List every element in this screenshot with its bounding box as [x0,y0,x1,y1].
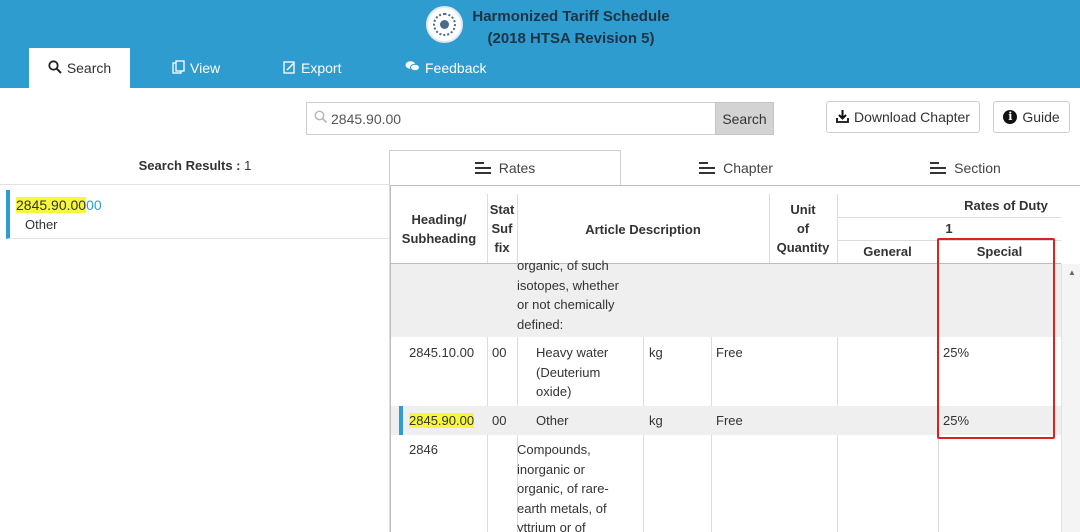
row2-unit: kg [649,413,663,428]
nav-tab-feedback[interactable]: Feedback [405,48,486,88]
export-icon [283,60,296,77]
tab-rates[interactable]: Rates [389,150,621,185]
header-heading-line2: Subheading [401,231,477,246]
view-icon [172,59,185,77]
header-rates-of-duty: Rates of Duty [964,198,1048,213]
row0-description: organic, of such isotopes, whether or no… [517,256,619,334]
row1-desc-line1: Heavy water [536,345,609,360]
app-title: Harmonized Tariff Schedule (2018 HTSA Re… [466,6,676,50]
nav-tab-feedback-label: Feedback [425,60,487,76]
nav-tab-export[interactable]: Export [283,48,341,88]
special-column-annotation [937,238,1055,439]
row0-desc-line4: defined: [517,316,564,332]
header-unit-line2: of [796,221,810,236]
search-field-icon [314,110,328,127]
row1-stat[interactable]: 00 [492,343,506,363]
row0-desc-line2: isotopes, whether [517,277,619,293]
search-result-code: 2845.90.0000 [16,197,102,213]
tab-rates-label: Rates [498,160,536,176]
row3-desc-line5: yttrium or of [517,520,586,532]
row3-desc-line1: Compounds, [517,442,591,457]
row2-heading: 2845.90.00 [409,411,475,431]
header-unit-line3: Quantity [776,240,830,255]
tab-chapter[interactable]: Chapter [621,150,851,185]
search-results-label: Search Results : [138,158,241,173]
list-icon [699,161,716,174]
row1-description: Heavy water (Deuterium oxide) [536,343,608,402]
guide-label: Guide [1022,109,1060,125]
nav-tab-search-label: Search [66,60,112,76]
row0-desc-line1: organic, of such [517,258,609,273]
row0-desc-line3: or not chemically [517,297,615,312]
search-result-item[interactable]: 2845.90.0000 Other [6,190,390,239]
list-icon [474,162,491,174]
app-title-line1: Harmonized Tariff Schedule [472,8,670,25]
info-icon: i [1003,110,1018,124]
app-header: Harmonized Tariff Schedule (2018 HTSA Re… [0,0,1080,88]
app-title-line2: (2018 HTSA Revision 5) [487,30,655,47]
header-rates-column: 1 [945,221,953,236]
row1-unit: kg [649,345,663,360]
nav-tab-view[interactable]: View [172,48,220,88]
search-box [306,102,715,135]
row3-desc-line4: earth metals, of [517,500,607,516]
table-scrollbar[interactable]: ▲ [1061,264,1080,532]
header-general: General [863,244,912,259]
search-button[interactable]: Search [715,102,774,135]
list-icon [930,161,947,174]
header-stat-line2: Suf [491,221,513,236]
search-result-suffix: 00 [86,197,102,213]
divider [0,184,390,185]
row1-general: Free [716,345,743,360]
header-article-description: Article Description [585,222,701,237]
seal-logo-icon [426,6,463,43]
row2-stat[interactable]: 00 [492,411,506,431]
header-stat-suffix: Stat Suf fix [487,200,517,257]
search-result-code-highlight: 2845.90.00 [16,197,87,213]
row2-heading-highlight: 2845.90.00 [409,413,475,428]
header-heading: Heading/ Subheading [391,210,487,248]
row3-description: Compounds, inorganic or organic, of rare… [517,440,609,532]
header-heading-line1: Heading/ [411,212,467,227]
download-icon [836,109,849,126]
row3-desc-line2: inorganic or [517,461,585,477]
row1-desc-line2: (Deuterium [536,364,601,380]
row3-heading: 2846 [409,442,438,457]
header-stat-line3: fix [494,240,510,255]
header-unit-of-quantity: Unit of Quantity [769,200,837,257]
nav-tab-search[interactable]: Search [29,48,130,88]
search-results-count: 1 [244,158,252,173]
guide-button[interactable]: i Guide [993,101,1070,133]
search-result-description: Other [25,217,58,232]
row-selection-marker [399,406,403,435]
row1-desc-line3: oxide) [536,384,572,399]
search-icon [48,59,62,77]
page: Harmonized Tariff Schedule (2018 HTSA Re… [0,0,1080,532]
search-results-title: Search Results : 1 [0,158,390,173]
tab-section[interactable]: Section [851,150,1080,185]
tab-section-label: Section [954,159,1001,176]
row2-general: Free [716,413,743,428]
row2-description: Other [536,413,569,428]
row3-desc-line3: organic, of rare- [517,481,609,496]
row1-heading: 2845.10.00 [409,345,475,360]
download-chapter-label: Download Chapter [854,109,970,125]
download-chapter-button[interactable]: Download Chapter [826,101,980,133]
scroll-up-icon[interactable]: ▲ [1068,268,1076,277]
header-stat-line1: Stat [489,202,515,217]
nav-tab-export-label: Export [301,60,342,76]
nav-tab-view-label: View [190,60,221,76]
search-input[interactable] [331,103,711,134]
header-unit-line1: Unit [790,202,816,217]
tab-chapter-label: Chapter [723,159,773,176]
feedback-icon [405,60,420,76]
